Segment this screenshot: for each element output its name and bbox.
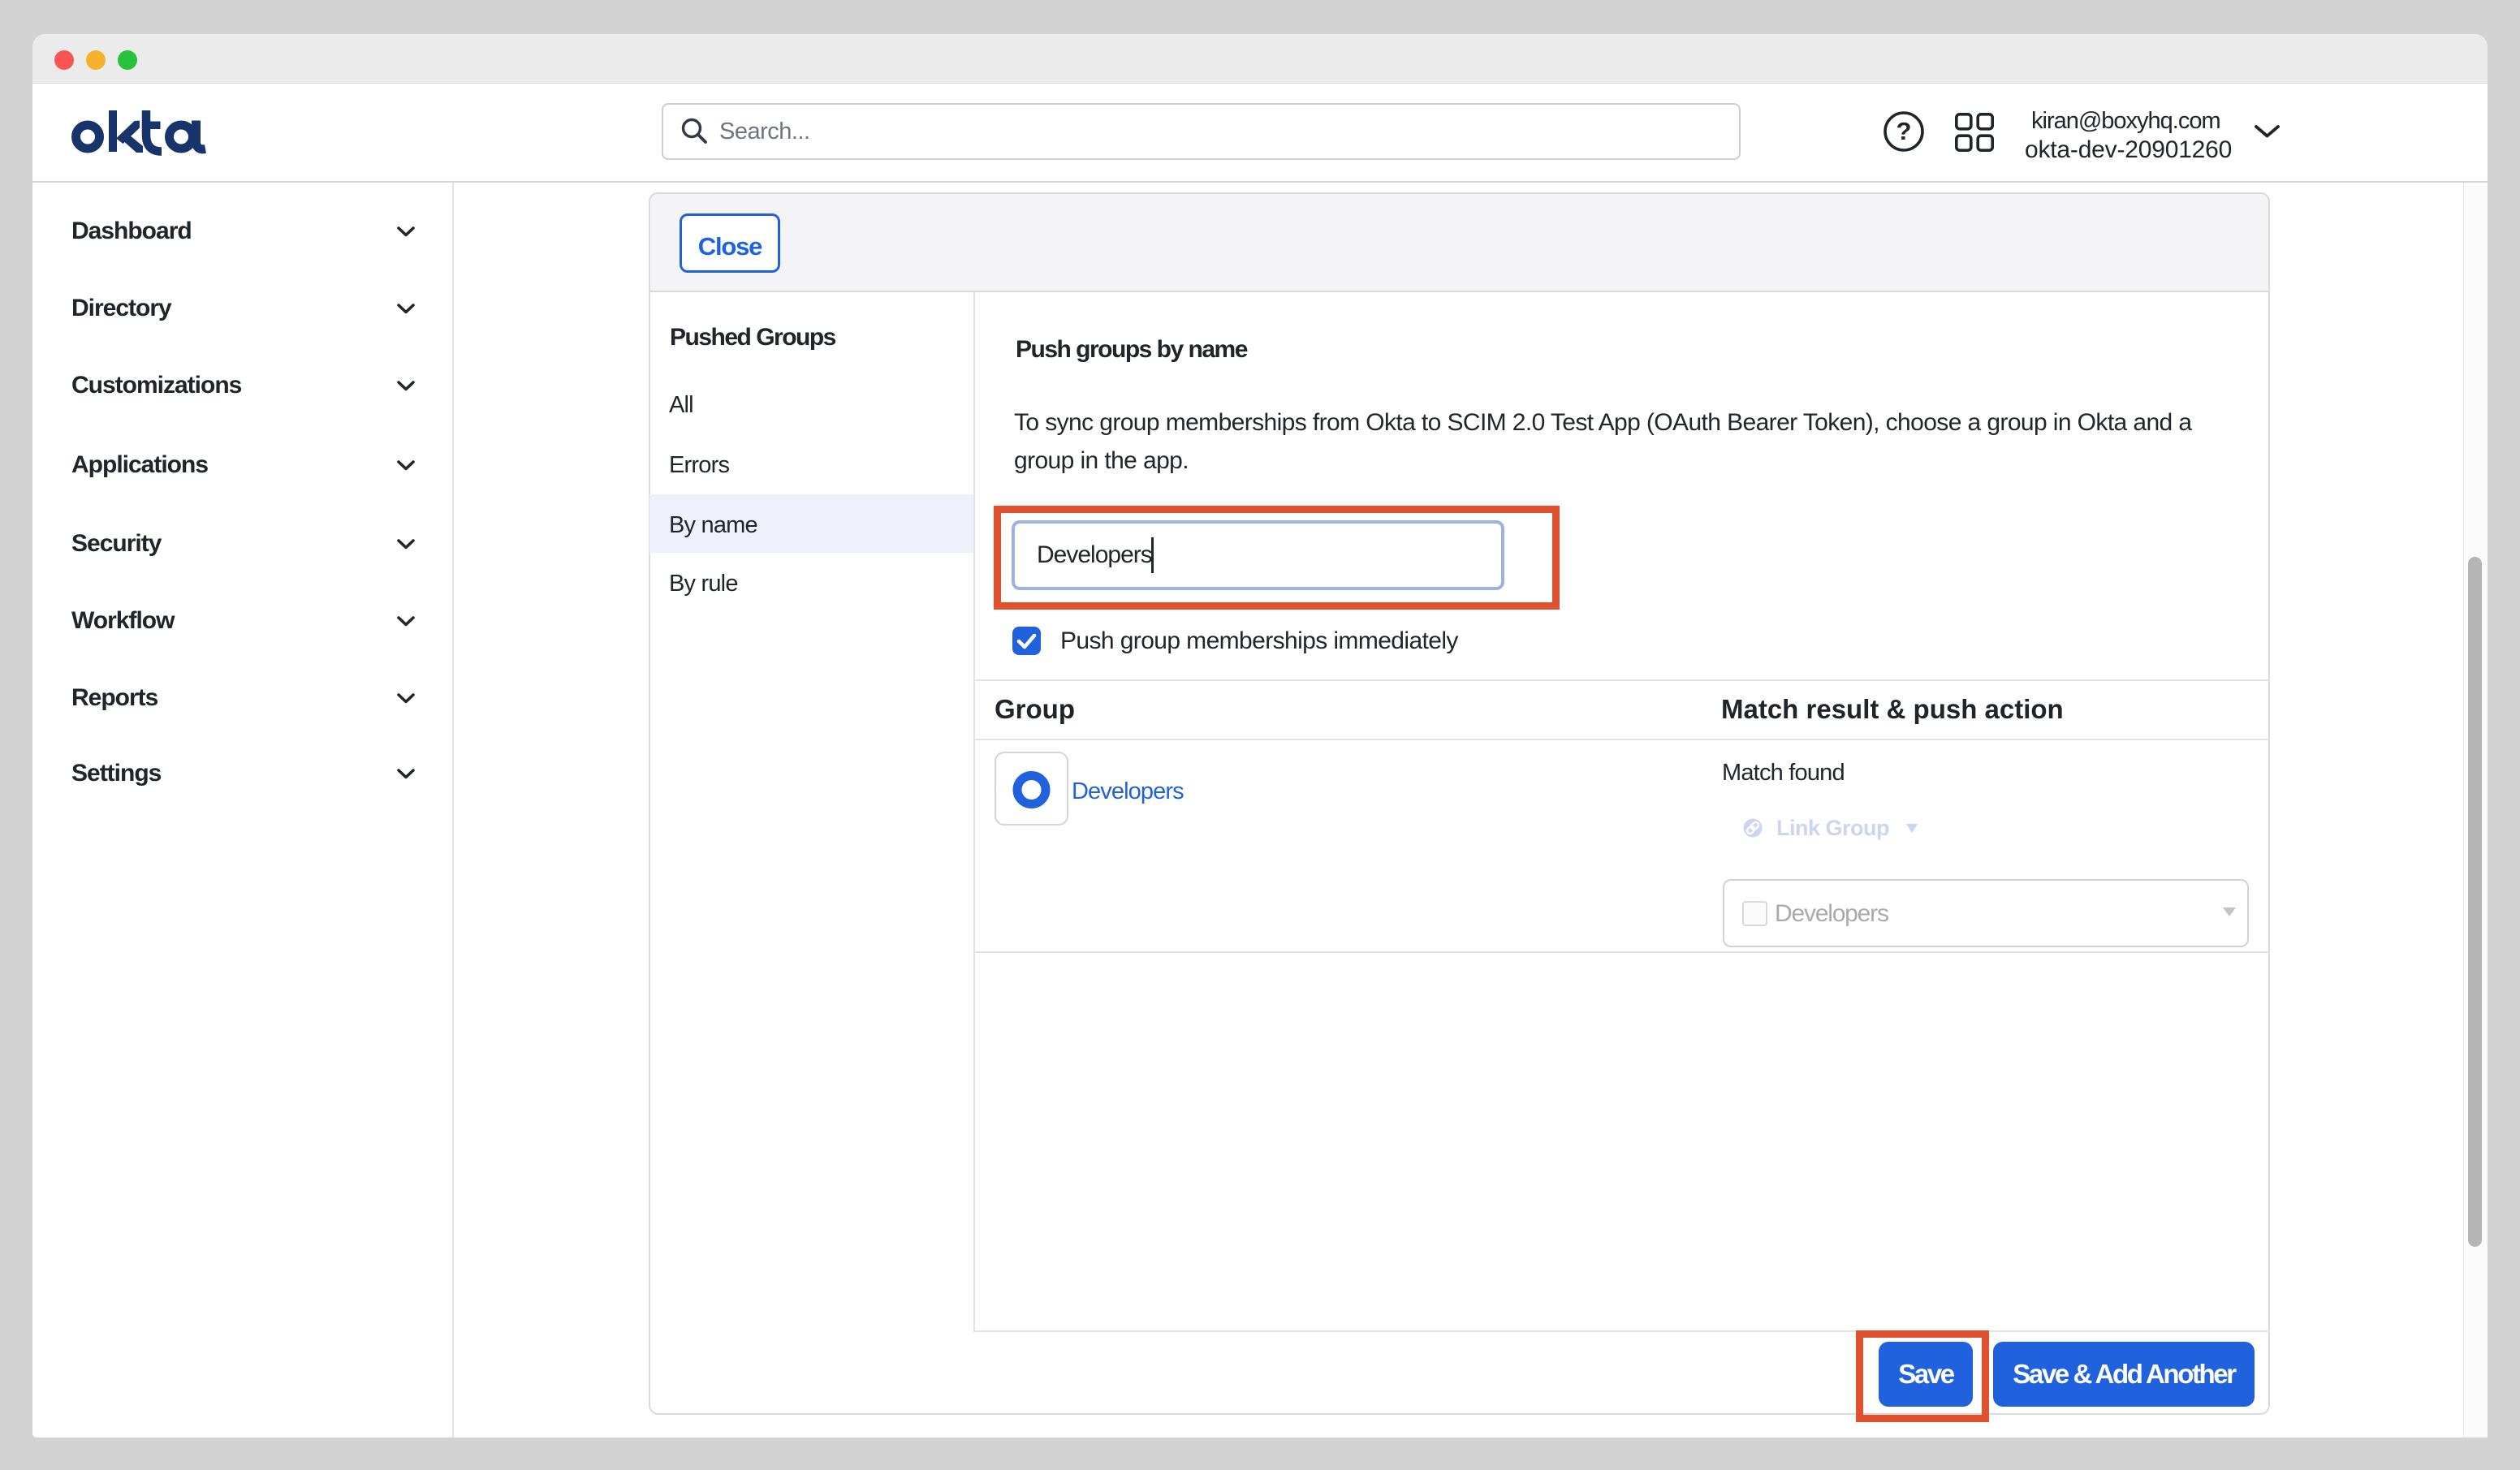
svg-text:?: ? — [1896, 117, 1912, 145]
